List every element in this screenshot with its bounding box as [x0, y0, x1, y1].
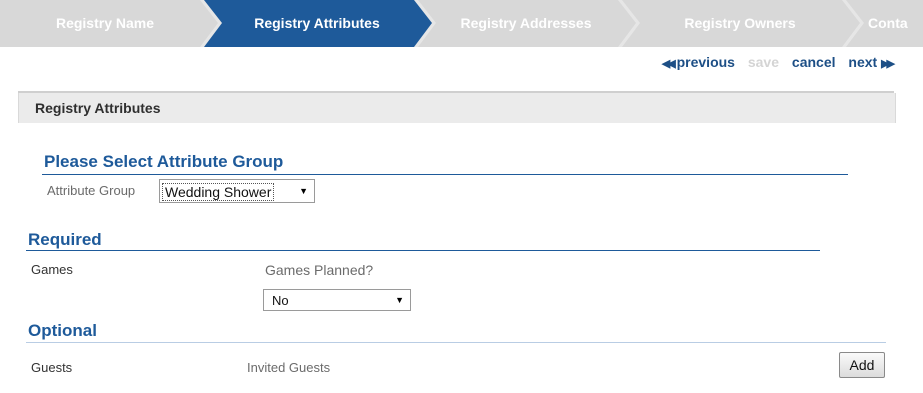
previous-label: previous — [676, 54, 735, 70]
step-registry-owners[interactable]: Registry Owners — [640, 0, 840, 47]
save-link[interactable]: save — [748, 54, 779, 70]
chevron-down-icon: ▼ — [299, 186, 308, 196]
required-heading: Required — [28, 230, 102, 249]
step-label: Registry Owners — [684, 15, 796, 31]
attribute-group-divider — [42, 174, 848, 175]
optional-divider — [26, 342, 886, 343]
previous-link[interactable]: ◀◀ previous — [653, 54, 735, 70]
guests-label: Guests — [31, 360, 73, 375]
step-registry-addresses[interactable]: Registry Addresses — [436, 0, 616, 47]
next-label: next — [848, 54, 878, 70]
panel-header: Registry Attributes — [18, 93, 896, 123]
attribute-group-label: Attribute Group — [47, 183, 136, 198]
double-right-arrow-icon: ▶▶ — [881, 58, 895, 70]
panel-title: Registry Attributes — [35, 100, 161, 116]
registry-attributes-panel: Registry Attributes Please Select Attrib… — [18, 91, 896, 393]
double-left-arrow-icon: ◀◀ — [661, 58, 676, 70]
cancel-link[interactable]: cancel — [792, 54, 836, 70]
step-label: Registry Addresses — [460, 15, 592, 31]
step-label: Registry Attributes — [254, 15, 380, 31]
wizard-nav: ◀◀ previous save cancel next ▶▶ — [644, 52, 895, 72]
step-registry-name[interactable]: Registry Name — [20, 0, 190, 47]
next-link[interactable]: next ▶▶ — [848, 54, 895, 70]
optional-heading: Optional — [28, 321, 97, 340]
chevron-down-icon: ▼ — [395, 295, 404, 305]
games-planned-value: No — [272, 293, 289, 308]
add-button[interactable]: Add — [839, 352, 885, 378]
wizard-steps: Registry Name Registry Attributes Regist… — [0, 0, 923, 47]
games-planned-select[interactable]: No ▼ — [263, 289, 411, 311]
step-contact[interactable]: Conta — [868, 0, 923, 47]
guests-question: Invited Guests — [247, 360, 331, 375]
games-question: Games Planned? — [265, 262, 374, 278]
step-registry-attributes[interactable]: Registry Attributes — [222, 0, 412, 47]
required-divider — [26, 250, 820, 251]
step-label: Conta — [868, 15, 908, 31]
attribute-group-value: Wedding Shower — [162, 183, 275, 201]
games-label: Games — [31, 262, 73, 277]
attribute-group-select[interactable]: Wedding Shower ▼ — [159, 179, 315, 203]
step-label: Registry Name — [55, 15, 155, 31]
attribute-group-heading: Please Select Attribute Group — [44, 152, 284, 171]
